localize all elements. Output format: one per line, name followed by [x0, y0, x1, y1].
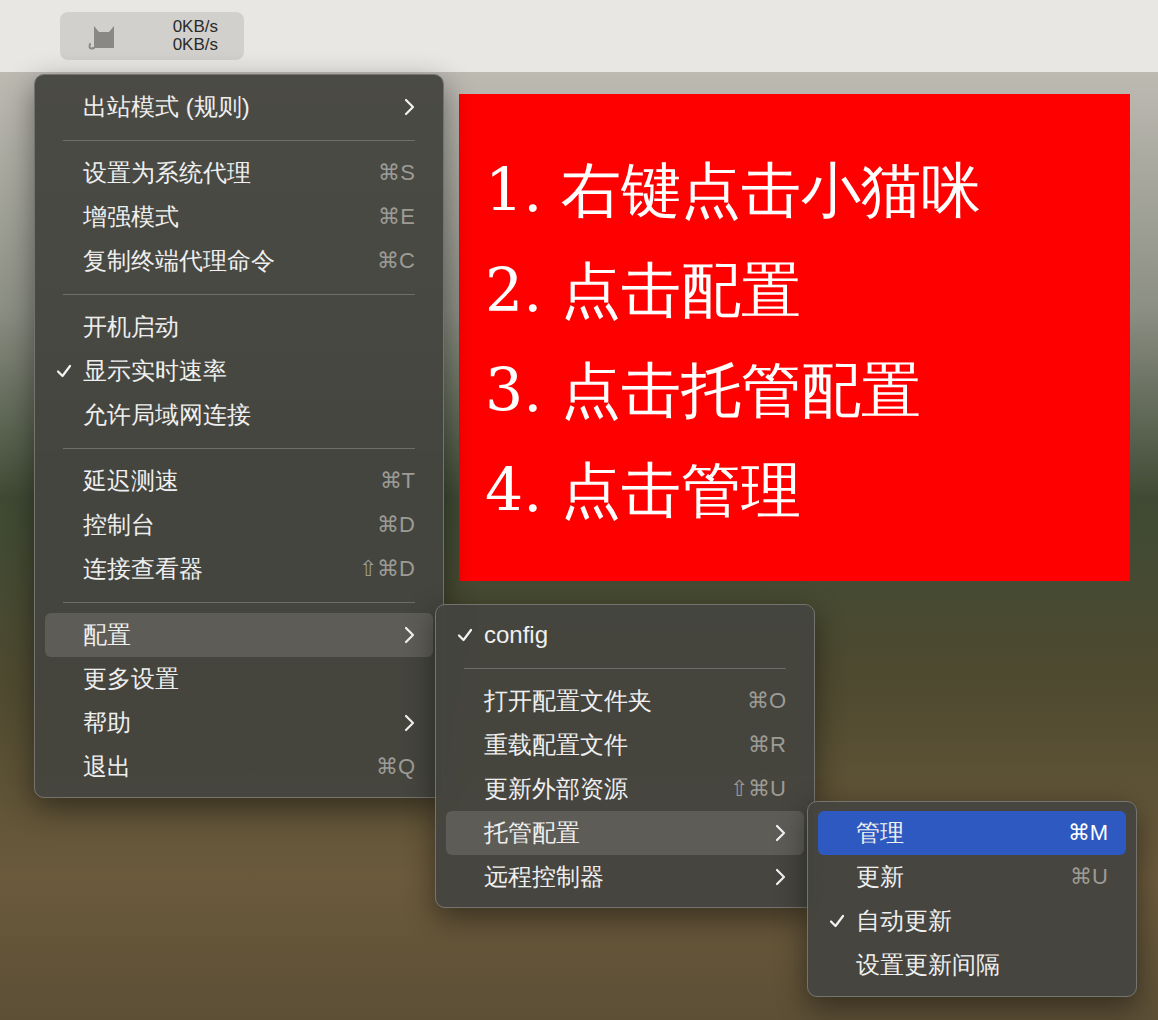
chevron-right-icon	[774, 824, 786, 842]
menu-item[interactable]: 开机启动	[45, 305, 433, 349]
instruction-step: 1. 右键点击小猫咪	[485, 140, 1130, 240]
screen: 0KB/s0KB/s 1. 右键点击小猫咪2. 点击配置3. 点击托管配置4. 点…	[0, 0, 1158, 1020]
menu-bar: 0KB/s0KB/s	[0, 0, 1158, 72]
menu-item-label: 设置更新间隔	[856, 950, 1108, 980]
menu-item-shortcut: ⇧⌘U	[714, 775, 786, 803]
menu-item-label: 出站模式 (规则)	[83, 92, 403, 122]
chevron-right-icon	[403, 98, 415, 116]
menu-item-label: 显示实时速率	[83, 356, 415, 386]
menu-item[interactable]: 允许局域网连接	[45, 393, 433, 437]
menu-item[interactable]: 帮助	[45, 701, 433, 745]
menu-item[interactable]: 打开配置文件夹⌘O	[446, 679, 804, 723]
menu-item[interactable]: 设置更新间隔	[818, 943, 1126, 987]
menu-item-label: 连接查看器	[83, 554, 343, 584]
menu-item-shortcut: ⌘U	[1054, 863, 1108, 891]
menu-separator	[35, 129, 443, 151]
upload-rate: 0KB/s	[173, 18, 218, 36]
menu-item-label: 配置	[83, 620, 403, 650]
menu-item[interactable]: 显示实时速率	[45, 349, 433, 393]
menu-item-label: 控制台	[83, 510, 361, 540]
instruction-step: 2. 点击配置	[485, 240, 1130, 340]
menu-item[interactable]: 退出⌘Q	[45, 745, 433, 789]
checkmark-icon	[828, 912, 846, 930]
menu-item-shortcut: ⌘D	[361, 511, 415, 539]
checkmark-icon	[456, 626, 474, 644]
menu-item[interactable]: 托管配置	[446, 811, 804, 855]
menu-item[interactable]: 远程控制器	[446, 855, 804, 899]
menu-item-shortcut: ⌘Q	[360, 753, 415, 781]
menu-item-label: 远程控制器	[484, 862, 774, 892]
menu-item[interactable]: 增强模式⌘E	[45, 195, 433, 239]
menu-item-shortcut: ⌘O	[731, 687, 786, 715]
menu-item-label: 延迟测速	[83, 466, 364, 496]
menu-item-label: 管理	[856, 818, 1052, 848]
menu-item-label: 更新	[856, 862, 1054, 892]
menu-item[interactable]: 复制终端代理命令⌘C	[45, 239, 433, 283]
instructions-box: 1. 右键点击小猫咪2. 点击配置3. 点击托管配置4. 点击管理	[459, 94, 1130, 581]
context-menu: 出站模式 (规则)设置为系统代理⌘S增强模式⌘E复制终端代理命令⌘C开机启动显示…	[34, 74, 444, 798]
menu-item-label: 增强模式	[83, 202, 362, 232]
menu-item-label: 重载配置文件	[484, 730, 732, 760]
menu-item[interactable]: config	[446, 613, 804, 657]
menu-item[interactable]: 控制台⌘D	[45, 503, 433, 547]
menu-item-shortcut: ⌘S	[362, 159, 415, 187]
status-item[interactable]: 0KB/s0KB/s	[60, 12, 244, 60]
menu-item[interactable]: 自动更新	[818, 899, 1126, 943]
menu-item-label: 帮助	[83, 708, 403, 738]
menu-item-shortcut: ⌘R	[732, 731, 786, 759]
chevron-right-icon	[403, 626, 415, 644]
menu-item[interactable]: 更新⌘U	[818, 855, 1126, 899]
menu-item-label: 更新外部资源	[484, 774, 714, 804]
menu-separator	[35, 283, 443, 305]
menu-item-label: 自动更新	[856, 906, 1108, 936]
menu-item-shortcut: ⇧⌘D	[343, 555, 415, 583]
menu-item-label: 托管配置	[484, 818, 774, 848]
menu-item[interactable]: 配置	[45, 613, 433, 657]
menu-separator	[436, 657, 814, 679]
checkmark-icon	[55, 362, 73, 380]
menu-item-label: 设置为系统代理	[83, 158, 362, 188]
menu-item-label: config	[484, 620, 786, 650]
menu-item-shortcut: ⌘C	[361, 247, 415, 275]
menu-item-shortcut: ⌘E	[362, 203, 415, 231]
managed-config-submenu: 管理⌘M更新⌘U自动更新设置更新间隔	[807, 801, 1137, 997]
menu-item[interactable]: 更新外部资源⇧⌘U	[446, 767, 804, 811]
menu-item[interactable]: 延迟测速⌘T	[45, 459, 433, 503]
menu-separator	[35, 591, 443, 613]
menu-item-shortcut: ⌘M	[1052, 819, 1108, 847]
chevron-right-icon	[774, 868, 786, 886]
menu-item-shortcut: ⌘T	[364, 467, 415, 495]
menu-item-label: 开机启动	[83, 312, 415, 342]
menu-item[interactable]: 设置为系统代理⌘S	[45, 151, 433, 195]
menu-item-label: 更多设置	[83, 664, 415, 694]
menu-item[interactable]: 重载配置文件⌘R	[446, 723, 804, 767]
menu-item[interactable]: 连接查看器⇧⌘D	[45, 547, 433, 591]
cat-icon	[84, 18, 124, 54]
menu-item-label: 打开配置文件夹	[484, 686, 731, 716]
download-rate: 0KB/s	[173, 36, 218, 54]
menu-item-label: 允许局域网连接	[83, 400, 415, 430]
menu-item[interactable]: 出站模式 (规则)	[45, 85, 433, 129]
menu-separator	[35, 437, 443, 459]
menu-item[interactable]: 更多设置	[45, 657, 433, 701]
menu-item-label: 复制终端代理命令	[83, 246, 361, 276]
menu-item[interactable]: 管理⌘M	[818, 811, 1126, 855]
menu-item-label: 退出	[83, 752, 360, 782]
config-submenu: config打开配置文件夹⌘O重载配置文件⌘R更新外部资源⇧⌘U托管配置远程控制…	[435, 604, 815, 908]
instruction-step: 3. 点击托管配置	[485, 340, 1130, 440]
instruction-step: 4. 点击管理	[485, 440, 1130, 540]
chevron-right-icon	[403, 714, 415, 732]
